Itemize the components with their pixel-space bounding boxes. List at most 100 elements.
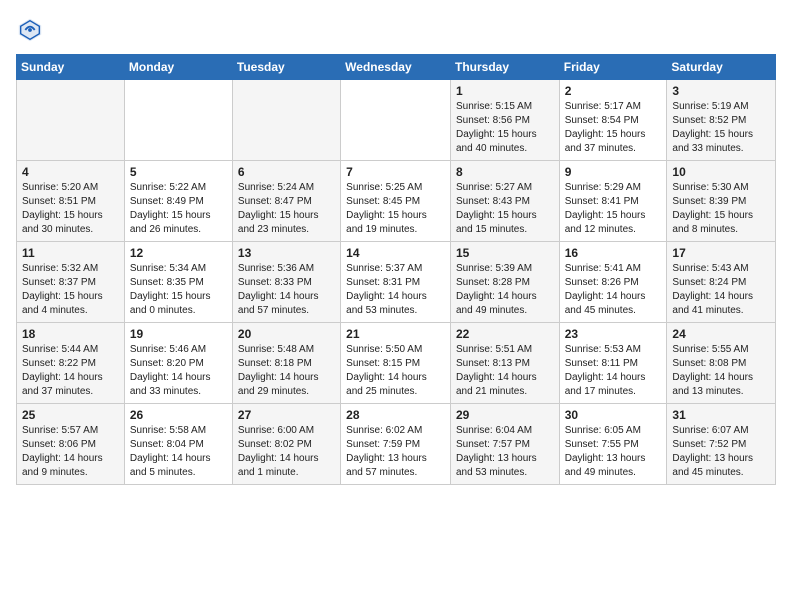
calendar-cell: 19 Sunrise: 5:46 AM Sunset: 8:20 PM Dayli… xyxy=(124,323,232,404)
calendar-cell: 14 Sunrise: 5:37 AM Sunset: 8:31 PM Dayli… xyxy=(341,242,451,323)
header-day-monday: Monday xyxy=(124,55,232,80)
calendar-cell: 2 Sunrise: 5:17 AM Sunset: 8:54 PM Daylig… xyxy=(559,80,667,161)
day-number: 4 xyxy=(22,165,119,179)
day-info: Sunrise: 5:29 AM Sunset: 8:41 PM Dayligh… xyxy=(565,181,662,237)
calendar-header: SundayMondayTuesdayWednesdayThursdayFrid… xyxy=(17,55,776,80)
day-number: 6 xyxy=(238,165,335,179)
day-number: 18 xyxy=(22,327,119,341)
calendar-cell xyxy=(124,80,232,161)
day-number: 7 xyxy=(346,165,445,179)
header-day-wednesday: Wednesday xyxy=(341,55,451,80)
calendar-cell: 22 Sunrise: 5:51 AM Sunset: 8:13 PM Dayli… xyxy=(450,323,559,404)
header-row: SundayMondayTuesdayWednesdayThursdayFrid… xyxy=(17,55,776,80)
day-number: 12 xyxy=(130,246,227,260)
day-info: Sunrise: 6:04 AM Sunset: 7:57 PM Dayligh… xyxy=(456,424,554,480)
day-info: Sunrise: 5:17 AM Sunset: 8:54 PM Dayligh… xyxy=(565,100,662,156)
day-number: 22 xyxy=(456,327,554,341)
day-number: 9 xyxy=(565,165,662,179)
day-info: Sunrise: 5:30 AM Sunset: 8:39 PM Dayligh… xyxy=(672,181,770,237)
calendar-body: 1Sunrise: 5:15 AM Sunset: 8:56 PM Daylig… xyxy=(17,80,776,485)
day-number: 5 xyxy=(130,165,227,179)
calendar-cell xyxy=(17,80,125,161)
calendar-cell: 1Sunrise: 5:15 AM Sunset: 8:56 PM Daylig… xyxy=(450,80,559,161)
calendar-cell: 16 Sunrise: 5:41 AM Sunset: 8:26 PM Dayli… xyxy=(559,242,667,323)
day-number: 23 xyxy=(565,327,662,341)
day-number: 26 xyxy=(130,408,227,422)
day-info: Sunrise: 5:19 AM Sunset: 8:52 PM Dayligh… xyxy=(672,100,770,156)
day-info: Sunrise: 5:48 AM Sunset: 8:18 PM Dayligh… xyxy=(238,343,335,399)
header-day-tuesday: Tuesday xyxy=(232,55,340,80)
day-info: Sunrise: 5:32 AM Sunset: 8:37 PM Dayligh… xyxy=(22,262,119,318)
calendar-cell xyxy=(232,80,340,161)
day-number: 25 xyxy=(22,408,119,422)
day-info: Sunrise: 5:50 AM Sunset: 8:15 PM Dayligh… xyxy=(346,343,445,399)
day-number: 13 xyxy=(238,246,335,260)
day-info: Sunrise: 5:34 AM Sunset: 8:35 PM Dayligh… xyxy=(130,262,227,318)
calendar-cell: 28Sunrise: 6:02 AM Sunset: 7:59 PM Dayli… xyxy=(341,404,451,485)
calendar-cell: 4 Sunrise: 5:20 AM Sunset: 8:51 PM Daylig… xyxy=(17,161,125,242)
calendar-week-4: 25 Sunrise: 5:57 AM Sunset: 8:06 PM Dayli… xyxy=(17,404,776,485)
day-number: 17 xyxy=(672,246,770,260)
calendar-cell: 30 Sunrise: 6:05 AM Sunset: 7:55 PM Dayli… xyxy=(559,404,667,485)
day-info: Sunrise: 5:44 AM Sunset: 8:22 PM Dayligh… xyxy=(22,343,119,399)
calendar-cell xyxy=(341,80,451,161)
calendar-cell: 29 Sunrise: 6:04 AM Sunset: 7:57 PM Dayli… xyxy=(450,404,559,485)
day-number: 3 xyxy=(672,84,770,98)
day-info: Sunrise: 5:20 AM Sunset: 8:51 PM Dayligh… xyxy=(22,181,119,237)
logo xyxy=(16,16,48,44)
day-info: Sunrise: 5:43 AM Sunset: 8:24 PM Dayligh… xyxy=(672,262,770,318)
day-info: Sunrise: 5:46 AM Sunset: 8:20 PM Dayligh… xyxy=(130,343,227,399)
calendar-cell: 23Sunrise: 5:53 AM Sunset: 8:11 PM Dayli… xyxy=(559,323,667,404)
day-info: Sunrise: 5:58 AM Sunset: 8:04 PM Dayligh… xyxy=(130,424,227,480)
day-number: 16 xyxy=(565,246,662,260)
day-info: Sunrise: 6:00 AM Sunset: 8:02 PM Dayligh… xyxy=(238,424,335,480)
header-day-thursday: Thursday xyxy=(450,55,559,80)
day-number: 8 xyxy=(456,165,554,179)
day-info: Sunrise: 5:41 AM Sunset: 8:26 PM Dayligh… xyxy=(565,262,662,318)
day-number: 10 xyxy=(672,165,770,179)
day-info: Sunrise: 6:05 AM Sunset: 7:55 PM Dayligh… xyxy=(565,424,662,480)
day-number: 14 xyxy=(346,246,445,260)
calendar-cell: 27 Sunrise: 6:00 AM Sunset: 8:02 PM Dayli… xyxy=(232,404,340,485)
day-info: Sunrise: 5:55 AM Sunset: 8:08 PM Dayligh… xyxy=(672,343,770,399)
day-number: 30 xyxy=(565,408,662,422)
calendar-cell: 20 Sunrise: 5:48 AM Sunset: 8:18 PM Dayli… xyxy=(232,323,340,404)
logo-icon xyxy=(16,16,44,44)
day-number: 1 xyxy=(456,84,554,98)
calendar-cell: 10 Sunrise: 5:30 AM Sunset: 8:39 PM Dayli… xyxy=(667,161,776,242)
day-number: 2 xyxy=(565,84,662,98)
day-info: Sunrise: 5:37 AM Sunset: 8:31 PM Dayligh… xyxy=(346,262,445,318)
day-number: 20 xyxy=(238,327,335,341)
page-header xyxy=(16,16,776,44)
day-number: 27 xyxy=(238,408,335,422)
calendar-cell: 5Sunrise: 5:22 AM Sunset: 8:49 PM Daylig… xyxy=(124,161,232,242)
day-number: 19 xyxy=(130,327,227,341)
day-info: Sunrise: 5:51 AM Sunset: 8:13 PM Dayligh… xyxy=(456,343,554,399)
calendar-cell: 7 Sunrise: 5:25 AM Sunset: 8:45 PM Daylig… xyxy=(341,161,451,242)
calendar-cell: 15 Sunrise: 5:39 AM Sunset: 8:28 PM Dayli… xyxy=(450,242,559,323)
day-info: Sunrise: 5:57 AM Sunset: 8:06 PM Dayligh… xyxy=(22,424,119,480)
calendar-cell: 9 Sunrise: 5:29 AM Sunset: 8:41 PM Daylig… xyxy=(559,161,667,242)
calendar-cell: 11 Sunrise: 5:32 AM Sunset: 8:37 PM Dayli… xyxy=(17,242,125,323)
day-number: 15 xyxy=(456,246,554,260)
day-info: Sunrise: 6:02 AM Sunset: 7:59 PM Dayligh… xyxy=(346,424,445,480)
header-day-friday: Friday xyxy=(559,55,667,80)
calendar-cell: 26 Sunrise: 5:58 AM Sunset: 8:04 PM Dayli… xyxy=(124,404,232,485)
calendar-cell: 3 Sunrise: 5:19 AM Sunset: 8:52 PM Daylig… xyxy=(667,80,776,161)
day-info: Sunrise: 5:39 AM Sunset: 8:28 PM Dayligh… xyxy=(456,262,554,318)
day-number: 11 xyxy=(22,246,119,260)
calendar-week-2: 11 Sunrise: 5:32 AM Sunset: 8:37 PM Dayli… xyxy=(17,242,776,323)
day-info: Sunrise: 6:07 AM Sunset: 7:52 PM Dayligh… xyxy=(672,424,770,480)
day-number: 31 xyxy=(672,408,770,422)
calendar-cell: 31 Sunrise: 6:07 AM Sunset: 7:52 PM Dayli… xyxy=(667,404,776,485)
calendar-cell: 8Sunrise: 5:27 AM Sunset: 8:43 PM Daylig… xyxy=(450,161,559,242)
day-number: 29 xyxy=(456,408,554,422)
calendar-cell: 24Sunrise: 5:55 AM Sunset: 8:08 PM Dayli… xyxy=(667,323,776,404)
day-info: Sunrise: 5:25 AM Sunset: 8:45 PM Dayligh… xyxy=(346,181,445,237)
day-info: Sunrise: 5:24 AM Sunset: 8:47 PM Dayligh… xyxy=(238,181,335,237)
calendar-week-1: 4 Sunrise: 5:20 AM Sunset: 8:51 PM Daylig… xyxy=(17,161,776,242)
calendar-cell: 21 Sunrise: 5:50 AM Sunset: 8:15 PM Dayli… xyxy=(341,323,451,404)
day-number: 21 xyxy=(346,327,445,341)
header-day-sunday: Sunday xyxy=(17,55,125,80)
day-info: Sunrise: 5:36 AM Sunset: 8:33 PM Dayligh… xyxy=(238,262,335,318)
